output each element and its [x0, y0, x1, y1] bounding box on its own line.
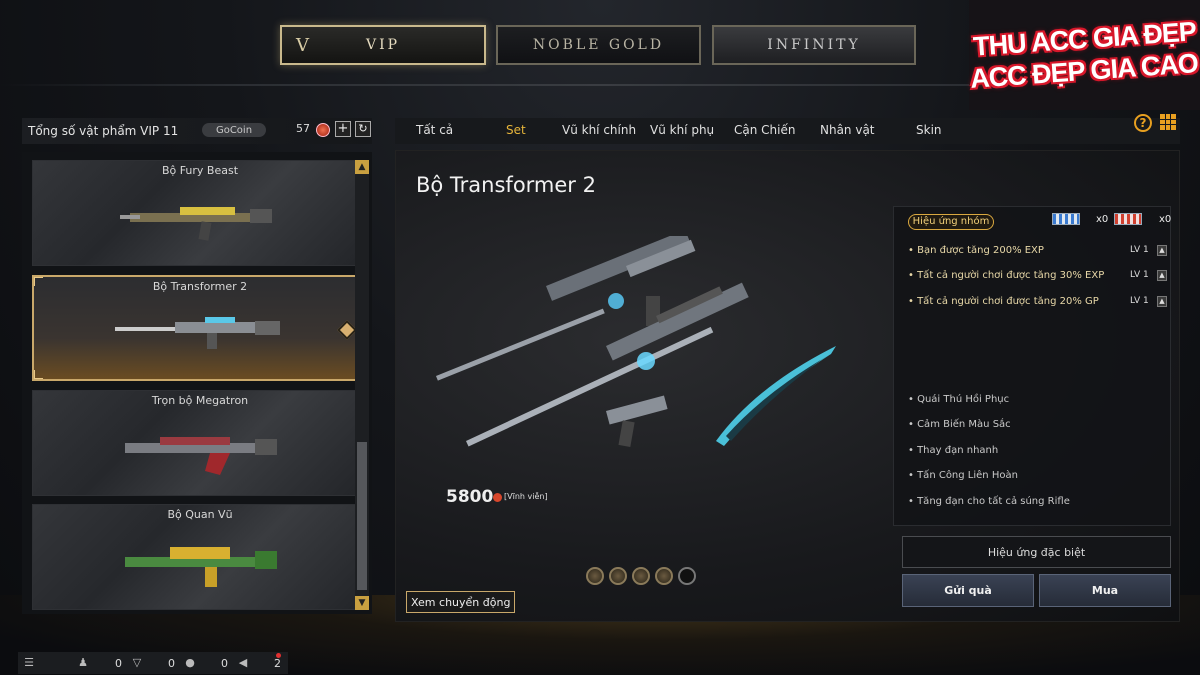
ticket-red-icon	[1114, 213, 1142, 225]
effect-level: LV 1	[1130, 270, 1149, 280]
tier-tab-vip[interactable]: V VIP	[280, 25, 486, 65]
variant-dot[interactable]	[632, 567, 650, 585]
tab-secondary-weapon[interactable]: Vũ khí phụ	[650, 123, 714, 137]
weapon-set-preview	[436, 236, 836, 447]
skill-line: • Thay đạn nhanh	[908, 445, 999, 456]
refresh-button[interactable]: ↻	[355, 121, 371, 137]
friends-count: 0	[115, 657, 122, 670]
effect-line: • Tất cả người chơi được tăng 20% GP	[908, 296, 1099, 307]
rifle-icon	[125, 437, 277, 475]
list-item-megatron[interactable]: Trọn bộ Megatron	[32, 390, 368, 496]
tier-tab-noble-gold[interactable]: NOBLE GOLD	[496, 25, 701, 65]
special-effect-button[interactable]: Hiệu ứng đặc biệt	[902, 536, 1171, 568]
buy-button[interactable]: Mua	[1039, 574, 1171, 607]
color-variant-selector	[586, 567, 696, 585]
scroll-up-icon[interactable]: ▲	[355, 160, 369, 174]
vip-item-total: Tổng số vật phẩm VIP 11	[28, 124, 179, 138]
effect-level: LV 1	[1130, 296, 1149, 306]
blade-icon	[716, 346, 836, 446]
chat-icon[interactable]: ●	[183, 656, 197, 670]
notification-count: 2	[274, 657, 281, 670]
scroll-down-icon[interactable]: ▼	[355, 596, 369, 610]
price-coin-icon	[493, 493, 502, 502]
send-gift-button[interactable]: Gửi quà	[902, 574, 1034, 607]
group-effect-badge: Hiệu ứng nhóm	[908, 214, 994, 230]
level-up-icon[interactable]: ▲	[1157, 270, 1167, 281]
help-icon[interactable]: ?	[1134, 114, 1152, 132]
item-name: Bộ Quan Vũ	[167, 508, 233, 521]
friends-icon[interactable]: ♟	[76, 656, 90, 670]
item-name: Bộ Transformer 2	[152, 280, 248, 293]
tier-label-noble-gold: NOBLE GOLD	[532, 37, 665, 53]
chat-count: 0	[221, 657, 228, 670]
coin-icon	[316, 123, 330, 137]
rifle-icon	[115, 317, 280, 349]
list-item-quan-vu[interactable]: Bộ Quan Vũ	[32, 504, 368, 610]
vip-emblem-icon: V	[296, 34, 312, 56]
pistol-icon	[606, 395, 668, 447]
level-up-icon[interactable]: ▲	[1157, 296, 1167, 307]
item-list-header: Tổng số vật phẩm VIP 11 GoCoin 57 + ↻	[22, 118, 372, 144]
sniper-rifle-icon	[466, 282, 749, 447]
skill-line: • Tấn Công Liên Hoàn	[908, 470, 1018, 481]
item-name: Bộ Fury Beast	[161, 164, 239, 177]
skill-line: • Cảm Biến Màu Sắc	[908, 419, 1011, 430]
tier-tab-infinity[interactable]: INFINITY	[712, 25, 916, 65]
item-detail-panel: Bộ Transformer 2 5800 [Vĩnh viễn] Xem ch…	[395, 150, 1180, 622]
bottom-status-bar: ☰ ♟ 0 ▽ 0 ● 0 ◀ 2	[18, 652, 288, 674]
coin-count: 57	[296, 122, 310, 135]
list-item-fury-beast[interactable]: Bộ Fury Beast	[32, 160, 368, 266]
item-title: Bộ Transformer 2	[416, 173, 596, 197]
gocoin-badge[interactable]: GoCoin	[202, 123, 266, 137]
clan-shield-icon[interactable]: ▽	[130, 656, 144, 670]
tier-label-vip: VIP	[365, 37, 401, 53]
list-item-transformer-2[interactable]: Bộ Transformer 2	[32, 275, 368, 381]
variant-dot[interactable]	[609, 567, 627, 585]
variant-dot[interactable]	[655, 567, 673, 585]
skill-line: • Quái Thú Hồi Phục	[908, 394, 1010, 405]
item-price: 5800	[446, 487, 494, 507]
ticket-blue-count: x0	[1096, 214, 1109, 225]
tab-primary-weapon[interactable]: Vũ khí chính	[562, 123, 636, 137]
notification-dot	[276, 653, 281, 658]
selection-corner	[34, 370, 43, 379]
tab-all[interactable]: Tất cả	[416, 123, 453, 137]
tab-melee[interactable]: Cận Chiến	[734, 123, 795, 137]
level-up-icon[interactable]: ▲	[1157, 245, 1167, 256]
tab-skin[interactable]: Skin	[916, 123, 942, 137]
add-coin-button[interactable]: +	[335, 121, 351, 137]
category-tabs: Tất cả Set Vũ khí chính Vũ khí phụ Cận C…	[395, 118, 1180, 144]
assault-rifle-icon	[436, 236, 696, 381]
ticket-red-count: x0	[1159, 214, 1172, 225]
tier-label-infinity: INFINITY	[767, 37, 861, 53]
effect-line: • Bạn được tăng 200% EXP	[908, 245, 1044, 256]
item-list-scrollbar[interactable]: ▲ ▼	[355, 160, 369, 610]
tab-set[interactable]: Set	[506, 123, 526, 137]
grid-view-icon[interactable]	[1160, 114, 1176, 130]
rifle-icon	[120, 207, 272, 241]
speaker-icon[interactable]: ◀	[236, 656, 250, 670]
tab-character[interactable]: Nhân vật	[820, 123, 875, 137]
variant-dot[interactable]	[678, 567, 696, 585]
item-name: Trọn bộ Megatron	[151, 394, 249, 407]
effect-line: • Tất cả người chơi được tăng 30% EXP	[908, 270, 1105, 281]
effects-panel: Hiệu ứng nhóm x0 x0 • Bạn được tăng 200%…	[893, 206, 1171, 526]
menu-list-icon[interactable]: ☰	[22, 656, 36, 670]
ticket-blue-icon	[1052, 213, 1080, 225]
scrollbar-thumb[interactable]	[357, 442, 367, 590]
item-list: Bộ Fury Beast Bộ Transformer 2 Trọn bộ M…	[22, 152, 372, 614]
variant-dot[interactable]	[586, 567, 604, 585]
view-motion-button[interactable]: Xem chuyển động	[406, 591, 516, 613]
promo-watermark: THU ACC GIA ĐẸP ACC ĐẸP GIA CAO	[969, 0, 1200, 110]
clan-count: 0	[168, 657, 175, 670]
skill-line: • Tăng đạn cho tất cả súng Rifle	[908, 496, 1070, 507]
effect-level: LV 1	[1130, 245, 1149, 255]
price-duration: [Vĩnh viễn]	[504, 492, 548, 501]
rifle-icon	[125, 547, 277, 587]
